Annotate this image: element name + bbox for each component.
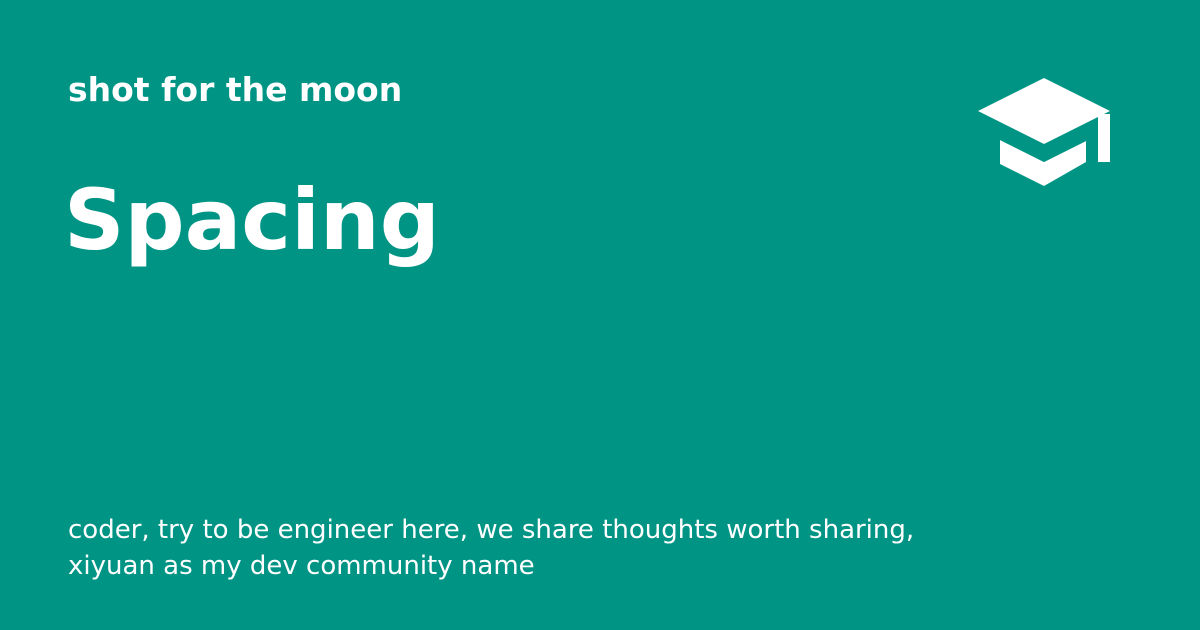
og-card: { "site": { "name": "shot for the moon",… [0,0,1200,630]
page-title: Spacing [64,171,440,269]
cap-top-shape [978,78,1110,144]
site-description: coder, try to be engineer here, we share… [68,512,968,584]
site-name: shot for the moon [68,70,403,109]
tassel-shape [1098,114,1110,162]
graduation-cap-icon [978,78,1110,186]
description-line: xiyuan as my dev community name [68,551,535,581]
description-line: coder, try to be engineer here, we share… [68,515,915,545]
